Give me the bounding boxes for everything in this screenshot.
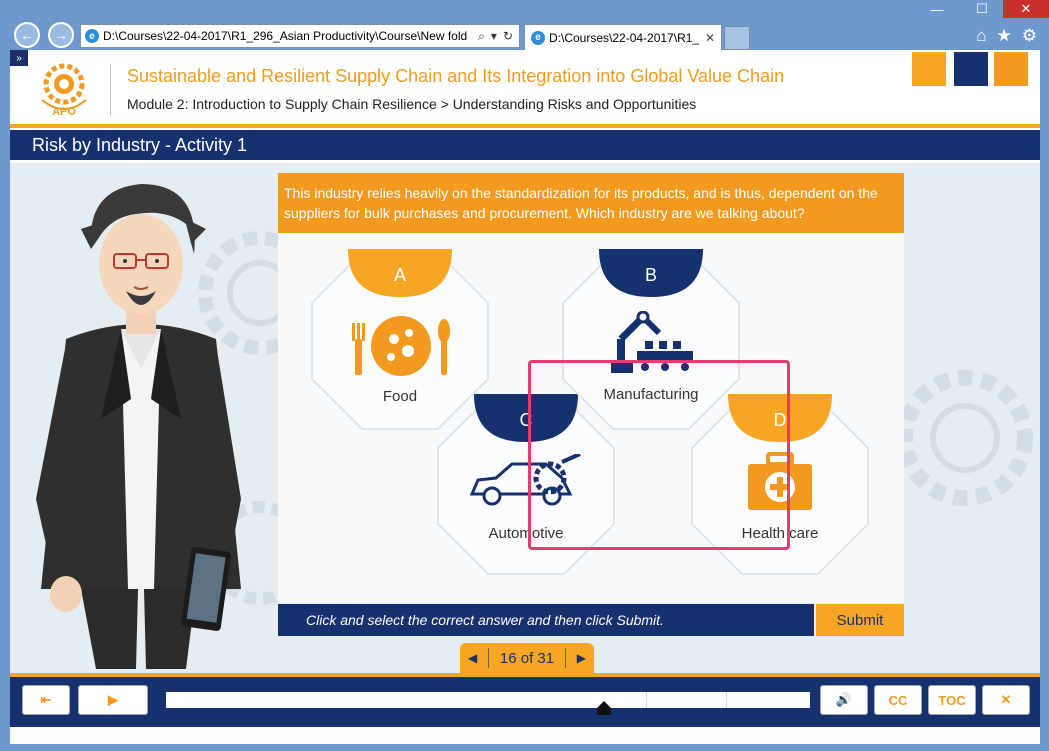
slide-title: Risk by Industry - Activity 1 xyxy=(32,134,248,155)
course-title: Sustainable and Resilient Supply Chain a… xyxy=(127,66,785,86)
address-bar[interactable]: e D:\Courses\22-04-2017\R1_296_Asian Pro… xyxy=(80,24,520,48)
slide-pager: ◀ 16 of 31 ▶ xyxy=(460,643,594,673)
food-icon xyxy=(352,316,450,376)
apo-logo: APO xyxy=(41,63,87,118)
search-icon[interactable]: ⌕ xyxy=(478,29,485,44)
header-square-1 xyxy=(912,52,946,86)
pager-text: 16 of 31 xyxy=(499,649,555,667)
maximize-button[interactable]: ☐ xyxy=(962,0,1002,18)
header-square-2 xyxy=(954,52,988,86)
new-tab-button[interactable] xyxy=(724,26,750,50)
option-b-letter: B xyxy=(644,265,657,285)
exit-button[interactable]: ⇤ xyxy=(22,685,70,715)
browser-tab[interactable]: e D:\Courses\22-04-2017\R1_... ✕ xyxy=(524,24,722,50)
pager-divider xyxy=(564,648,566,668)
slide-stage: This industry relies heavily on the stan… xyxy=(10,163,1040,673)
browser-titlebar: ← → e D:\Courses\22-04-2017\R1_296_Asian… xyxy=(0,0,1049,50)
address-text: D:\Courses\22-04-2017\R1_296_Asian Produ… xyxy=(103,29,468,43)
progress-bar[interactable] xyxy=(166,692,810,715)
minimize-button[interactable]: — xyxy=(917,0,957,18)
cc-button[interactable]: CC xyxy=(874,685,922,715)
progress-segment xyxy=(646,692,647,708)
play-button[interactable]: ▶ xyxy=(78,685,148,715)
svg-text:APO: APO xyxy=(52,106,76,118)
dropdown-icon[interactable]: ▾ xyxy=(491,29,497,44)
progress-knob[interactable] xyxy=(596,701,611,715)
option-a-letter: A xyxy=(393,265,406,285)
back-button[interactable]: ← xyxy=(14,22,40,48)
ie-icon: e xyxy=(85,29,99,43)
slide-title-bar: Risk by Industry - Activity 1 xyxy=(10,130,1040,160)
home-icon[interactable]: ⌂ xyxy=(976,26,986,46)
submit-button[interactable]: Submit xyxy=(816,604,904,636)
pager-divider xyxy=(488,648,490,668)
module-breadcrumb: Module 2: Introduction to Supply Chain R… xyxy=(127,96,697,112)
expand-icon[interactable]: » xyxy=(10,50,28,66)
forward-button[interactable]: → xyxy=(48,22,74,48)
logo-divider xyxy=(110,64,111,116)
ie-tab-icon: e xyxy=(531,30,545,45)
header-square-3 xyxy=(994,52,1028,86)
toc-button[interactable]: TOC xyxy=(928,685,976,715)
player-bar: ⇤ ▶ 🔊 CC TOC ✕ xyxy=(10,677,1040,727)
prev-slide-icon[interactable]: ◀ xyxy=(468,651,477,665)
volume-button[interactable]: 🔊 xyxy=(820,685,868,715)
window-close-button[interactable]: ✕ xyxy=(1003,0,1049,18)
question-text: This industry relies heavily on the stan… xyxy=(278,173,904,233)
tab-title: D:\Courses\22-04-2017\R1_... xyxy=(549,30,699,45)
player-close-button[interactable]: ✕ xyxy=(982,685,1030,715)
settings-gear-icon[interactable]: ⚙ xyxy=(1022,26,1037,46)
favorites-icon[interactable]: ★ xyxy=(997,26,1012,46)
progress-segment xyxy=(726,692,727,708)
background-gear-icon xyxy=(897,370,1033,506)
instruction-bar: Click and select the correct answer and … xyxy=(278,604,814,636)
page-footer xyxy=(10,727,1040,744)
next-slide-icon[interactable]: ▶ xyxy=(577,651,586,665)
instruction-text: Click and select the correct answer and … xyxy=(306,612,664,628)
presenter-character xyxy=(36,184,241,669)
refresh-icon[interactable]: ↻ xyxy=(503,29,513,44)
course-page: » APO Sustainable and Resilient Supply C… xyxy=(10,50,1040,744)
tab-close-icon[interactable]: ✕ xyxy=(699,31,721,45)
selected-option-highlight xyxy=(528,360,790,550)
header-divider xyxy=(10,124,1040,128)
